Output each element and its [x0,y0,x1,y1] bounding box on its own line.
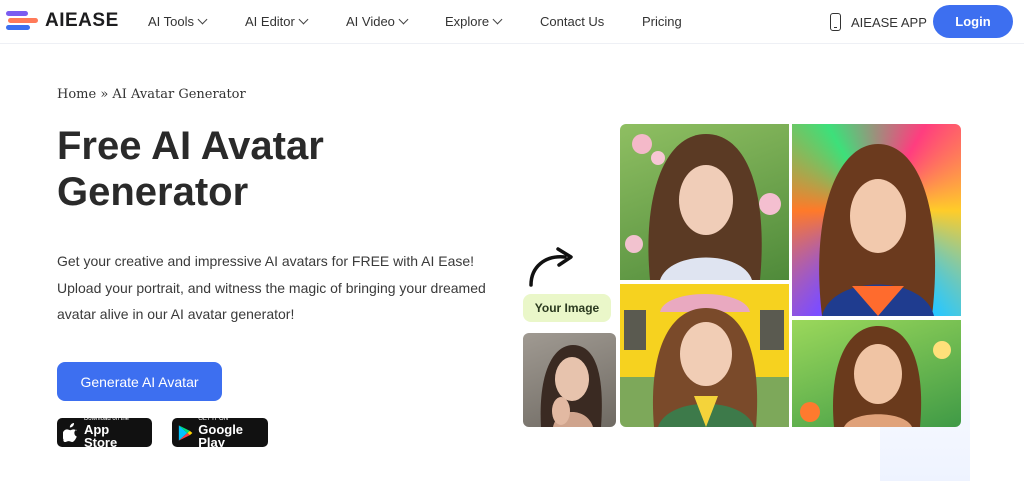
chevron-down-icon [492,14,503,25]
logo-text: AIEASE [45,10,119,31]
original-portrait-image [523,333,616,427]
nav-contact-us[interactable]: Contact Us [540,14,604,29]
generate-avatar-button[interactable]: Generate AI Avatar [57,362,222,401]
chevron-down-icon [398,14,409,25]
app-label: AIEASE APP [851,14,927,30]
chevron-down-icon [298,14,309,25]
nav-ai-editor[interactable]: AI Editor [245,14,309,29]
google-play-big: Google Play [198,422,244,450]
google-play-icon [178,424,193,441]
page-title: Free AI Avatar Generator [57,124,324,214]
app-store-big: App Store [83,422,118,450]
logo[interactable]: AIEASE [6,10,119,32]
nav-label: AI Video [346,14,395,29]
app-store-button[interactable]: Download on the App Store [57,416,152,450]
nav-label: Explore [445,14,490,29]
nav-label: Pricing [642,14,682,29]
login-button[interactable]: Login [933,5,1013,38]
curved-arrow-icon [529,247,573,287]
your-image-label: Your Image [523,294,611,322]
aiease-logo-icon [6,10,40,32]
app-download-link[interactable]: AIEASE APP [830,13,927,31]
hero-description: Get your creative and impressive AI avat… [57,253,486,322]
nav-label: Contact Us [540,14,605,29]
avatar-pop-art-image [792,124,961,316]
avatar-jungle-image [792,320,961,427]
nav-explore[interactable]: Explore [445,14,503,29]
nav-ai-tools[interactable]: AI Tools [148,14,208,29]
apple-icon [63,423,77,442]
breadcrumb: Home » AI Avatar Generator [57,87,246,102]
nav-ai-video[interactable]: AI Video [346,14,409,29]
site-header: AIEASE AI Tools AI Editor AI Video Explo… [0,0,1024,44]
avatar-garden-image [620,124,789,280]
avatar-train-image [620,284,789,427]
nav-label: AI Tools [148,14,195,29]
google-play-button[interactable]: GET IT ON Google Play [172,416,268,450]
chevron-down-icon [197,14,208,25]
phone-icon [830,13,841,31]
nav-label: AI Editor [245,14,295,29]
nav-pricing[interactable]: Pricing [642,14,682,29]
